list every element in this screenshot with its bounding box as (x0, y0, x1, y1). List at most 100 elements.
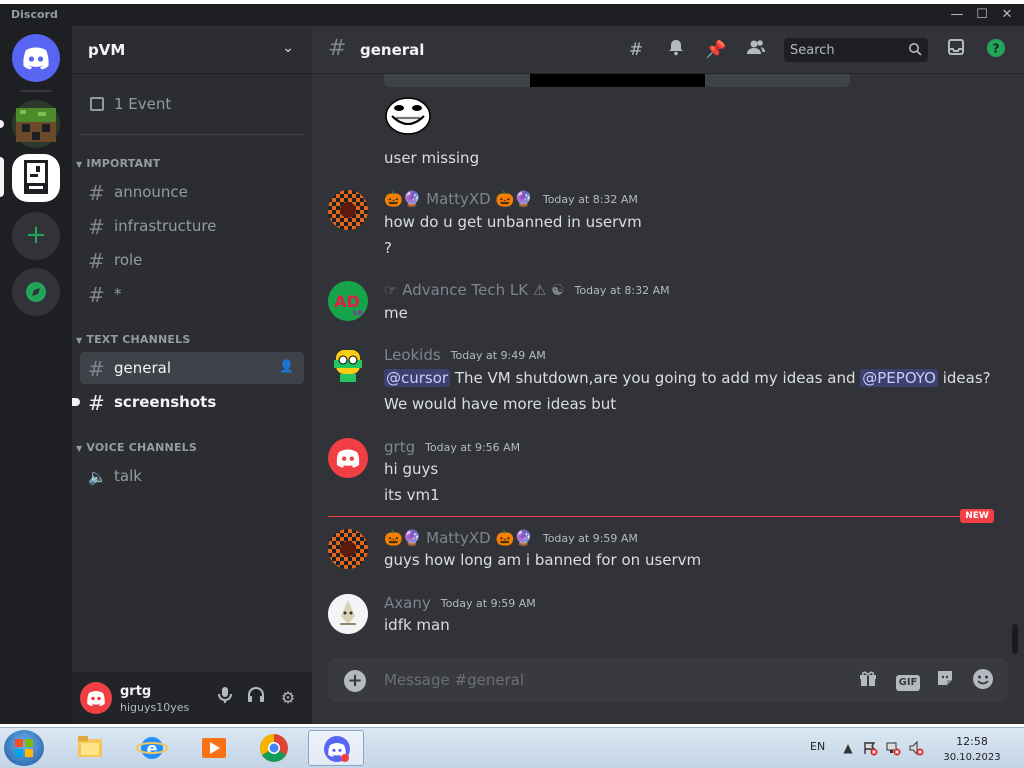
notification-bell-icon[interactable] (664, 38, 688, 62)
events-row[interactable]: 1 Event (80, 88, 304, 120)
minimize-button[interactable]: — (946, 6, 968, 24)
taskbar-explorer[interactable] (62, 730, 118, 766)
close-button[interactable]: ✕ (996, 6, 1018, 24)
author-name: ☞ Advance Tech LK ⚠ ☯ (384, 281, 565, 299)
category-text-channels[interactable]: ▼ TEXT CHANNELS (76, 333, 190, 346)
user-avatar[interactable] (328, 594, 368, 634)
channel-announce[interactable]: # announce (80, 176, 304, 208)
user-avatar[interactable] (328, 529, 368, 569)
username: grtg (120, 684, 152, 699)
compass-icon (26, 282, 46, 302)
discord-logo-icon (23, 47, 49, 70)
message-composer: + GIF (328, 658, 1008, 702)
message-list: user missing 🎃🔮 MattyXD 🎃🔮 Today at 8:32 … (312, 74, 1024, 656)
clock-date[interactable]: 30.10.2023 (940, 752, 1004, 763)
message-input[interactable] (384, 658, 824, 702)
user-mention[interactable]: @cursor (384, 369, 451, 387)
network-icon[interactable] (885, 740, 901, 756)
message-text-part: The VM shutdown,are you going to add my … (450, 369, 861, 387)
threads-icon[interactable]: # (624, 38, 648, 62)
channel-label: general (114, 359, 172, 377)
channel-label: talk (114, 467, 142, 485)
start-button[interactable] (4, 730, 44, 766)
gif-label: GIF (895, 675, 921, 691)
windows-logo-icon (15, 739, 33, 757)
message-author[interactable]: grtg Today at 9:56 AM (384, 438, 520, 456)
channel-infrastructure[interactable]: # infrastructure (80, 210, 304, 242)
scrollbar-thumb[interactable] (1012, 624, 1018, 654)
discord-window: Discord — ☐ ✕ + pVM ⌄ 1 Event ▼ IMPORTAN… (0, 4, 1024, 724)
server-creeper[interactable] (12, 100, 60, 148)
message-author[interactable]: Axany Today at 9:59 AM (384, 594, 536, 612)
category-voice-channels[interactable]: ▼ VOICE CHANNELS (76, 441, 197, 454)
gif-button[interactable]: GIF (895, 668, 921, 692)
sticker-icon[interactable] (933, 668, 957, 692)
clock-time[interactable]: 12:58 (940, 735, 1004, 748)
user-avatar[interactable]: AD LK (328, 281, 368, 321)
add-server-icon[interactable]: + (12, 212, 60, 260)
server-rail: + (0, 26, 72, 724)
volume-muted-icon[interactable] (908, 740, 924, 756)
taskbar-discord[interactable] (308, 730, 364, 766)
category-important[interactable]: ▼ IMPORTANT (76, 157, 160, 170)
message-timestamp: Today at 8:32 AM (574, 284, 670, 297)
member-list-icon[interactable] (744, 38, 768, 62)
hash-icon: # (88, 357, 105, 381)
explore-button[interactable] (12, 268, 60, 316)
add-member-icon[interactable]: 👤 (279, 359, 294, 373)
caret-icon: ▼ (76, 336, 83, 345)
message-author[interactable]: 🎃🔮 MattyXD 🎃🔮 Today at 8:32 AM (384, 190, 638, 208)
category-label: TEXT CHANNELS (86, 333, 191, 346)
language-indicator[interactable]: EN (810, 740, 825, 753)
user-avatar[interactable] (80, 682, 112, 714)
pin-icon[interactable]: 📌 (704, 38, 728, 62)
user-avatar[interactable] (328, 190, 368, 230)
channel-screenshots[interactable]: # screenshots (72, 386, 304, 418)
channel-label: screenshots (114, 393, 217, 411)
taskbar-media-player[interactable] (186, 730, 242, 766)
hash-icon: # (88, 249, 105, 273)
inbox-icon[interactable] (944, 38, 968, 62)
troll-face-image[interactable] (384, 96, 432, 136)
channel-label: * (114, 285, 122, 303)
server-pvm[interactable] (12, 154, 60, 202)
search-input[interactable] (784, 38, 904, 62)
message-author[interactable]: ☞ Advance Tech LK ⚠ ☯ Today at 8:32 AM (384, 281, 670, 299)
maximize-button[interactable]: ☐ (971, 6, 993, 24)
message-text: hi guys (384, 460, 439, 478)
channel-label: infrastructure (114, 217, 217, 235)
action-center-flag-icon[interactable] (862, 740, 878, 756)
emoji-icon[interactable] (971, 668, 995, 692)
user-avatar[interactable] (328, 438, 368, 478)
taskbar-internet-explorer[interactable]: e (124, 730, 180, 766)
server-header[interactable]: pVM ⌄ (72, 26, 312, 74)
channel-star[interactable]: # * (80, 278, 304, 310)
search-box[interactable] (784, 38, 928, 62)
taskbar: e EN ▲ 12:58 30.10.2023 (0, 727, 1024, 768)
message-text: ? (384, 239, 392, 257)
sidebar-divider (80, 134, 304, 135)
show-hidden-icons-arrow-icon[interactable]: ▲ (840, 740, 856, 756)
message-author[interactable]: 🎃🔮 MattyXD 🎃🔮 Today at 9:59 AM (384, 529, 638, 547)
channel-role[interactable]: # role (80, 244, 304, 276)
help-icon[interactable]: ? (984, 38, 1008, 62)
chrome-icon (260, 734, 288, 762)
headphones-icon[interactable] (244, 686, 268, 710)
svg-text:e: e (147, 739, 158, 758)
microphone-icon[interactable] (213, 686, 237, 710)
discord-logo-icon (87, 691, 105, 706)
attach-plus-icon[interactable]: + (344, 670, 366, 692)
gift-icon[interactable] (856, 668, 880, 692)
chat-header: # general # 📌 ? (312, 26, 1024, 74)
taskbar-chrome[interactable] (246, 730, 302, 766)
settings-gear-icon[interactable]: ⚙ (276, 686, 300, 710)
hash-icon: # (88, 215, 105, 239)
user-mention[interactable]: @PEPOYO (860, 369, 938, 387)
message-text: its vm1 (384, 486, 440, 504)
message-author[interactable]: Leokids Today at 9:49 AM (384, 346, 546, 364)
home-button[interactable] (12, 34, 60, 82)
chevron-down-icon: ⌄ (282, 40, 294, 56)
user-avatar[interactable] (328, 346, 368, 386)
voice-channel-talk[interactable]: 🔈 talk (80, 460, 304, 492)
channel-general[interactable]: # general 👤 (80, 352, 304, 384)
